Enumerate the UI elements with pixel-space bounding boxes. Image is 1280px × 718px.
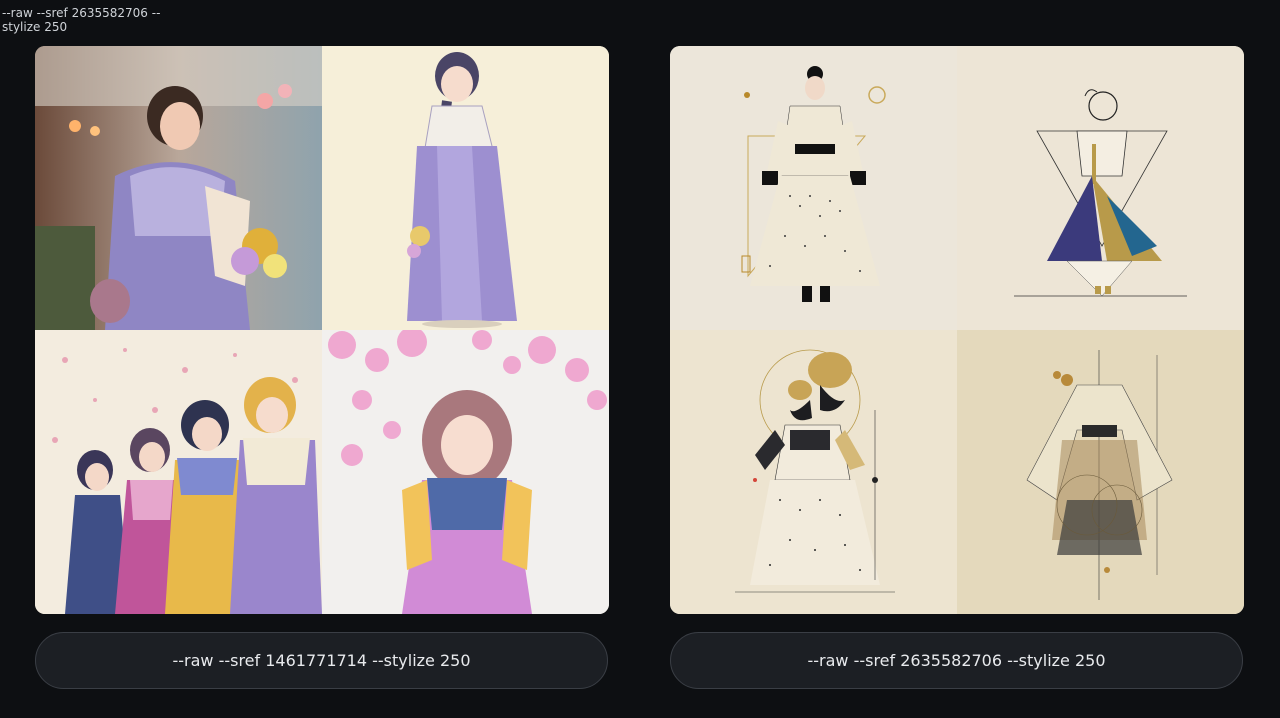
grid-image-sheer-hanbok-dress[interactable] xyxy=(957,330,1244,614)
image-grid-card-2[interactable] xyxy=(670,46,1244,614)
image-grid-card-1[interactable] xyxy=(35,46,609,614)
header-prompt-text: --raw --sref 2635582706 --stylize 250 xyxy=(2,6,161,34)
grid-image-floral-dotted-hanbok[interactable] xyxy=(670,330,957,614)
prompt-caption-button-2[interactable]: --raw --sref 2635582706 --stylize 250 xyxy=(670,632,1243,689)
grid-image-four-girls[interactable] xyxy=(35,330,322,614)
grid-image-purple-hanbok[interactable] xyxy=(322,46,609,330)
prompt-caption-button-1[interactable]: --raw --sref 1461771714 --stylize 250 xyxy=(35,632,608,689)
grid-image-fashion-model[interactable] xyxy=(670,46,957,330)
grid-image-photo-girl[interactable] xyxy=(35,46,322,330)
grid-image-geometric-hanbok[interactable] xyxy=(957,46,1244,330)
grid-image-girl-cherry-blossoms[interactable] xyxy=(322,330,609,614)
